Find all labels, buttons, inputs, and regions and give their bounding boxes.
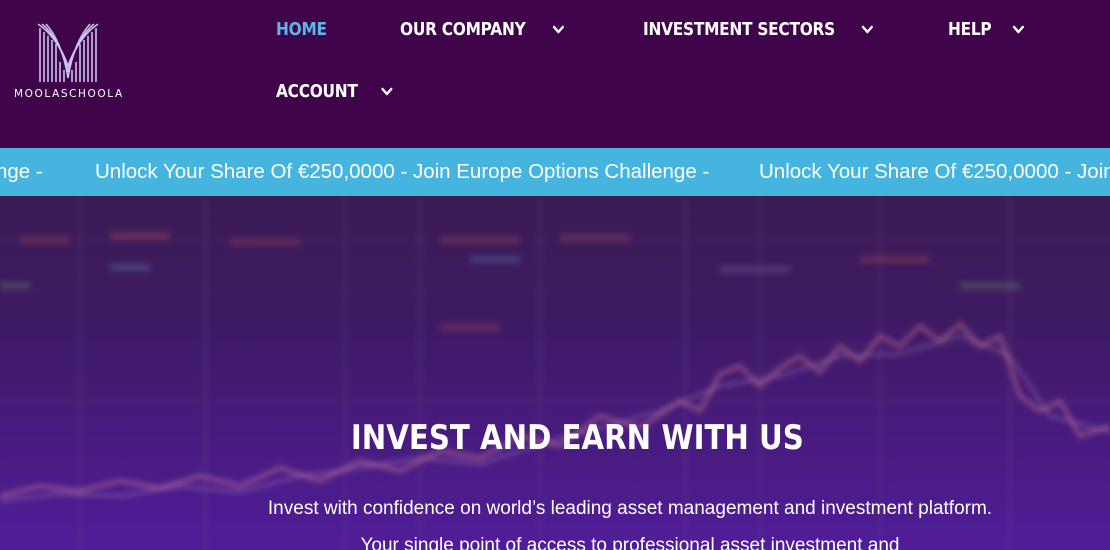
brand-name: MOOLASCHOOLA [14, 88, 124, 100]
ticker-segment: Unlock Your Share Of €250,0000 - Join [759, 160, 1110, 183]
hero-section: INVEST AND EARN WITH US Invest with conf… [0, 196, 1110, 550]
nav-account-label: ACCOUNT [276, 82, 358, 102]
promo-ticker[interactable]: nge - Unlock Your Share Of €250,0000 - J… [0, 148, 1110, 196]
hero-description: Invest with confidence on world’s leadin… [267, 498, 993, 550]
nav-our-company[interactable]: OUR COMPANY [400, 20, 564, 40]
chevron-down-icon [1013, 25, 1025, 35]
nav-help[interactable]: HELP [948, 20, 1025, 40]
nav-account[interactable]: ACCOUNT [276, 82, 393, 102]
nav-investment-sectors[interactable]: INVESTMENT SECTORS [643, 20, 874, 40]
chevron-down-icon [381, 87, 393, 97]
ticker-segment: nge - [0, 160, 43, 183]
brand-logo[interactable]: MOOLASCHOOLA [12, 22, 132, 102]
nav-investment-sectors-label: INVESTMENT SECTORS [643, 20, 835, 40]
nav-home-label: HOME [276, 20, 327, 40]
logo-mark-icon [37, 23, 99, 82]
chevron-down-icon [861, 25, 874, 35]
hero-title: INVEST AND EARN WITH US [0, 418, 1110, 458]
site-header: MOOLASCHOOLA HOME OUR COMPANY INVESTMENT… [0, 0, 1110, 148]
nav-home[interactable]: HOME [276, 20, 327, 40]
ticker-segment: Unlock Your Share Of €250,0000 - Join Eu… [95, 160, 710, 183]
hero-title-text: INVEST AND EARN WITH US [350, 418, 804, 458]
nav-help-label: HELP [948, 20, 992, 40]
chevron-down-icon [552, 25, 564, 35]
nav-our-company-label: OUR COMPANY [400, 20, 526, 40]
